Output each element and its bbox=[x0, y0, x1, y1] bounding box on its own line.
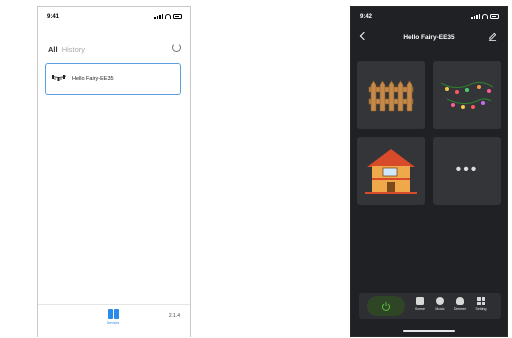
scene-button[interactable]: Scene bbox=[411, 297, 429, 311]
tab-bar: Devices 2.1.4 bbox=[38, 304, 190, 337]
power-icon bbox=[382, 302, 390, 311]
status-time: 9:41 bbox=[47, 14, 60, 20]
string-lights-icon bbox=[440, 81, 494, 109]
devices-icon bbox=[101, 309, 125, 319]
device-control-screen: 9:42 Hello Fairy-EE35 ••• Scene Music Di… bbox=[350, 6, 508, 337]
tab-devices[interactable]: Devices bbox=[101, 309, 125, 325]
device-list-item[interactable]: Hello Fairy-EE35 bbox=[45, 63, 181, 95]
device-name: Hello Fairy-EE35 bbox=[72, 76, 114, 82]
music-label: Music bbox=[435, 307, 445, 311]
devices-tab-label: Devices bbox=[106, 321, 120, 325]
dimmer-label: Dimmer bbox=[453, 307, 467, 311]
edit-icon[interactable] bbox=[488, 32, 497, 41]
control-bar: Scene Music Dimmer Setting bbox=[359, 293, 501, 319]
version-label: 2.1.4 bbox=[168, 313, 180, 319]
wifi-icon bbox=[482, 13, 488, 19]
signal-icon bbox=[154, 13, 163, 19]
home-indicator bbox=[403, 330, 455, 332]
battery-icon bbox=[490, 13, 499, 19]
music-button[interactable]: Music bbox=[431, 297, 449, 311]
list-header: All History bbox=[48, 45, 85, 54]
history-tab[interactable]: History bbox=[62, 45, 85, 54]
more-icon: ••• bbox=[455, 161, 479, 178]
scene-tile-house[interactable] bbox=[357, 137, 425, 205]
status-bar: 9:41 bbox=[38, 12, 190, 22]
scene-tile-fence[interactable] bbox=[357, 61, 425, 129]
status-time: 9:42 bbox=[360, 14, 373, 20]
dimmer-icon bbox=[456, 297, 464, 305]
refresh-icon[interactable] bbox=[172, 43, 181, 52]
fence-icon bbox=[368, 80, 414, 112]
nav-bar: Hello Fairy-EE35 bbox=[351, 29, 507, 45]
battery-icon bbox=[173, 13, 182, 19]
wifi-icon bbox=[165, 13, 171, 19]
page-title: Hello Fairy-EE35 bbox=[403, 34, 455, 41]
scene-label: Scene bbox=[415, 307, 425, 311]
dimmer-button[interactable]: Dimmer bbox=[451, 297, 469, 311]
setting-icon bbox=[477, 297, 485, 305]
setting-label: Setting bbox=[475, 307, 487, 311]
history-screen: 9:41 All History Hello Fairy-EE35 Device… bbox=[37, 6, 191, 337]
scene-tile-string-lights[interactable] bbox=[433, 61, 501, 129]
signal-icon bbox=[471, 13, 480, 19]
all-tab[interactable]: All bbox=[48, 45, 58, 54]
status-bar: 9:42 bbox=[351, 12, 507, 22]
power-button[interactable] bbox=[367, 296, 405, 316]
scene-tile-more[interactable]: ••• bbox=[433, 137, 501, 205]
scene-icon bbox=[416, 297, 424, 305]
fairy-lights-icon bbox=[51, 75, 67, 81]
setting-button[interactable]: Setting bbox=[472, 297, 490, 311]
house-icon bbox=[365, 149, 417, 194]
music-icon bbox=[436, 297, 444, 305]
